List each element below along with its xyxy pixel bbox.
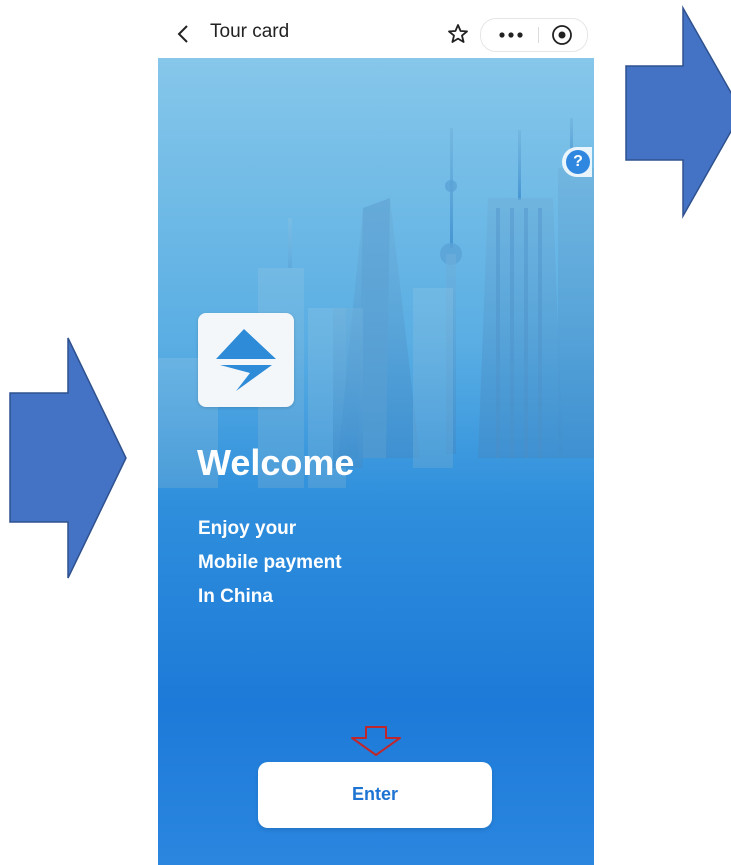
enter-pointer-arrow	[351, 726, 401, 756]
annotation-arrow-top-right	[625, 5, 731, 219]
annotation-arrow-left	[9, 337, 127, 579]
annotation-layer	[9, 5, 731, 756]
